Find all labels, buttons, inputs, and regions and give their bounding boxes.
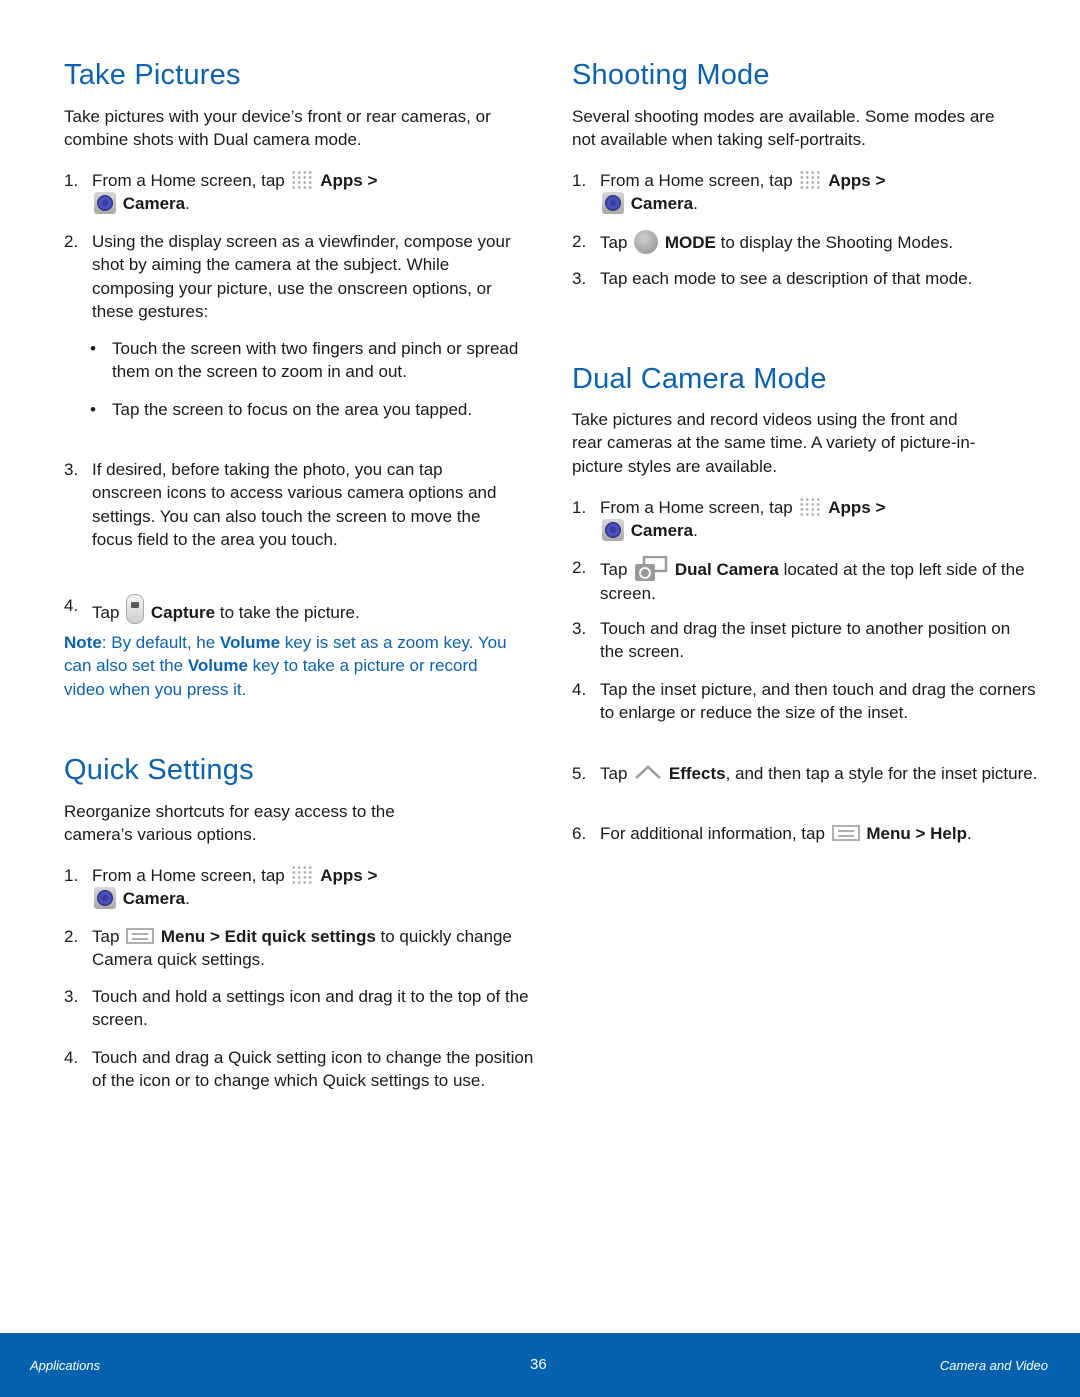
quick-settings-intro: Reorganize shortcuts for easy access to …: [64, 802, 395, 845]
volume-key-note: Note: By default, he Volume key is set a…: [64, 633, 507, 699]
dual-camera-step-5: 5. Tap Effects, and then tap a style for…: [572, 764, 1038, 783]
take-pictures-step-4: 4. Tap Capture to take the picture.: [64, 594, 360, 624]
take-pictures-intro: Take pictures with your device’s front o…: [64, 107, 491, 150]
capture-button-icon: [126, 594, 145, 624]
dual-camera-icon: [635, 556, 668, 581]
apps-grid-icon: [291, 865, 314, 885]
menu-icon: [126, 928, 155, 944]
effects-chevron-icon: [635, 765, 662, 779]
page-number: 36: [530, 1356, 547, 1373]
dual-camera-step-4: 4. Tap the inset picture, and then touch…: [572, 680, 1036, 723]
camera-app-icon: [94, 192, 116, 215]
mode-button-icon: [634, 230, 659, 254]
camera-app-icon: [602, 192, 624, 215]
quick-settings-step-1: 1. From a Home screen, tap Apps > Camera…: [64, 865, 378, 910]
quick-settings-heading: Quick Settings: [64, 754, 254, 786]
gesture-bullet-tap: • Tap the screen to focus on the area yo…: [90, 400, 473, 419]
dual-camera-step-1: 1. From a Home screen, tap Apps > Camera…: [572, 497, 886, 542]
apps-grid-icon: [291, 170, 314, 190]
apps-grid-icon: [799, 497, 822, 517]
shooting-mode-step-1: 1. From a Home screen, tap Apps > Camera…: [572, 170, 886, 215]
quick-settings-step-2: 2. Tap Menu > Edit quick settings to qui…: [64, 927, 512, 970]
shooting-mode-step-2: 2. Tap MODE to display the Shooting Mode…: [572, 230, 954, 254]
quick-settings-step-4: 4. Touch and drag a Quick setting icon t…: [64, 1048, 534, 1091]
take-pictures-step-2: 2. Using the display screen as a viewfin…: [64, 232, 511, 321]
take-pictures-step-3: 3. If desired, before taking the photo, …: [64, 460, 497, 549]
dual-camera-heading: Dual Camera Mode: [572, 363, 827, 395]
apps-grid-icon: [799, 170, 822, 190]
dual-camera-step-3: 3. Touch and drag the inset picture to a…: [572, 619, 1011, 662]
footer-section: Camera and Video: [939, 1358, 1048, 1373]
take-pictures-step-1: 1. From a Home screen, tap Apps > Camera…: [64, 170, 378, 215]
quick-settings-step-3: 3. Touch and hold a settings icon and dr…: [64, 987, 529, 1030]
dual-camera-step-6: 6. For additional information, tap Menu …: [572, 824, 972, 843]
shooting-mode-intro: Several shooting modes are available. So…: [572, 107, 995, 150]
dual-camera-step-2: 2. Tap Dual Camera located at the top le…: [572, 556, 1025, 603]
shooting-mode-step-3: 3. Tap each mode to see a description of…: [572, 269, 973, 288]
dual-camera-intro: Take pictures and record videos using th…: [572, 410, 976, 476]
camera-app-icon: [602, 519, 624, 542]
menu-icon: [831, 825, 860, 841]
camera-app-icon: [94, 887, 116, 910]
shooting-mode-heading: Shooting Mode: [572, 59, 770, 91]
page-footer: Applications 36 Camera and Video: [0, 1333, 1080, 1397]
gesture-bullet-pinch: • Touch the screen with two fingers and …: [90, 339, 519, 382]
footer-chapter: Applications: [30, 1358, 101, 1373]
take-pictures-heading: Take Pictures: [64, 59, 241, 91]
